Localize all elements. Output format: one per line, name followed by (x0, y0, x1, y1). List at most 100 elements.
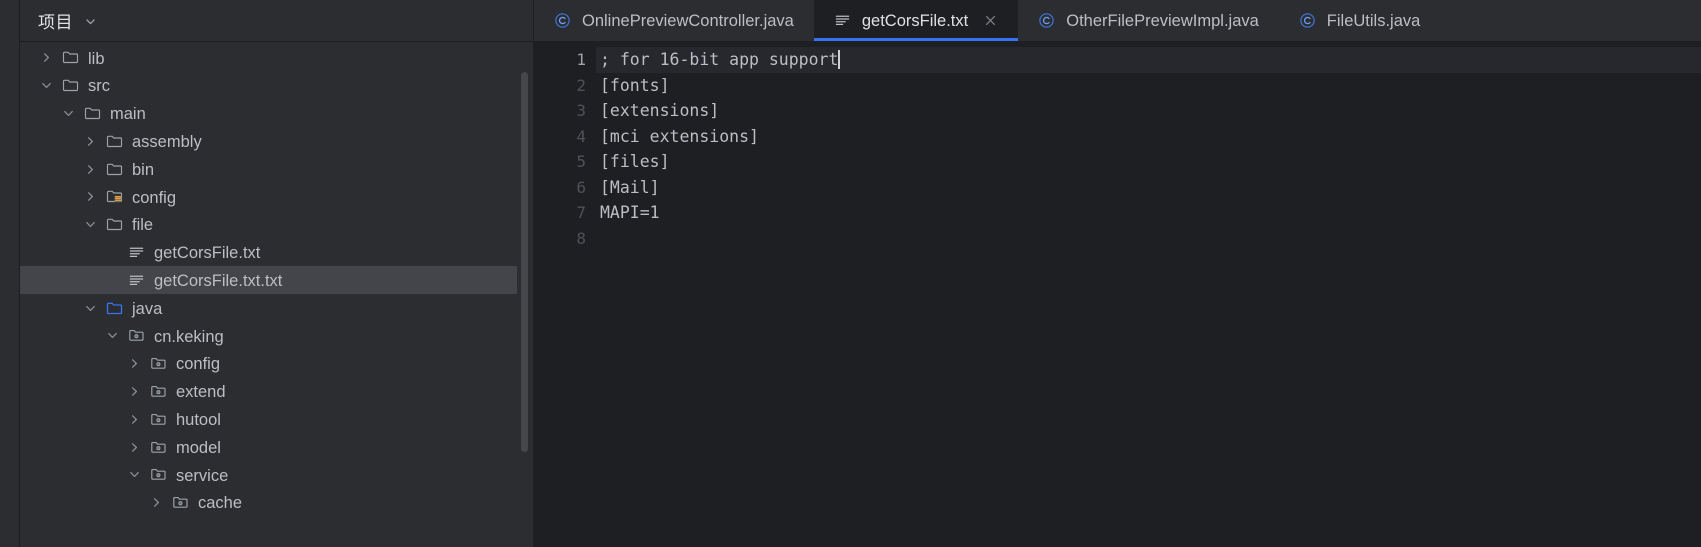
package-icon (150, 383, 167, 400)
editor-tab-onlinepreviewcontroller-java[interactable]: OnlinePreviewController.java (534, 0, 814, 41)
project-tree[interactable]: lib src main assembly bin config file ge… (20, 42, 533, 547)
project-panel-header[interactable]: 项目 (20, 0, 533, 42)
tree-node-label: lib (88, 49, 105, 68)
tree-node-cache[interactable]: cache (20, 489, 533, 517)
code-line[interactable]: [mci extensions] (596, 124, 1701, 150)
tree-node-hutool[interactable]: hutool (20, 405, 533, 433)
tree-node-model[interactable]: model (20, 433, 533, 461)
code-line-text: [files] (600, 152, 670, 171)
chevron-down-icon[interactable] (84, 15, 97, 28)
folder-icon (106, 161, 123, 178)
chevron-down-icon[interactable] (84, 302, 97, 315)
chevron-right-icon[interactable] (128, 357, 141, 370)
package-icon (172, 494, 189, 511)
tree-node-label: service (176, 466, 229, 485)
folder-icon (106, 216, 123, 233)
text-file-icon (128, 244, 145, 261)
code-line[interactable]: ; for 16-bit app support (596, 47, 1701, 73)
tree-node-file[interactable]: file (20, 211, 533, 239)
line-number-gutter: 1 2 3 4 5 6 7 8 (534, 41, 596, 547)
code-line[interactable] (596, 226, 1701, 252)
editor-tab-getcorsfile-txt[interactable]: getCorsFile.txt (813, 0, 1019, 41)
sidebar-scrollbar[interactable] (521, 72, 528, 452)
package-icon (150, 439, 167, 456)
tree-node-label: file (132, 216, 154, 235)
tree-node-config[interactable]: config (20, 183, 533, 211)
folder-icon (106, 133, 123, 150)
code-line[interactable]: [fonts] (596, 73, 1701, 99)
tree-node-label: src (88, 77, 110, 96)
tree-node-label: extend (176, 383, 226, 402)
editor-tabbar: OnlinePreviewController.java getCorsFile… (534, 0, 1701, 41)
editor-tab-fileutils-java[interactable]: FileUtils.java (1278, 0, 1441, 41)
editor-tab-label: OnlinePreviewController.java (582, 12, 794, 31)
tree-node-label: hutool (176, 411, 221, 429)
editor-tab-label: FileUtils.java (1326, 12, 1421, 31)
folder-icon (62, 49, 79, 66)
chevron-down-icon[interactable] (84, 218, 97, 231)
resources-folder-icon (106, 188, 123, 205)
tree-node-cn-keking[interactable]: cn.keking (20, 322, 533, 350)
package-icon (128, 327, 145, 344)
chevron-down-icon[interactable] (62, 107, 75, 120)
tree-node-extend[interactable]: extend (20, 378, 533, 406)
package-icon (150, 355, 167, 372)
tree-node-label: config (132, 188, 177, 207)
chevron-right-icon[interactable] (128, 441, 141, 454)
tree-node-label: main (110, 105, 146, 124)
chevron-right-icon[interactable] (128, 413, 141, 426)
chevron-down-icon[interactable] (128, 468, 141, 481)
chevron-right-icon[interactable] (40, 51, 53, 64)
code-content[interactable]: ; for 16-bit app support [fonts] [extensio… (596, 41, 1701, 547)
text-file-icon (834, 12, 851, 29)
tree-node-bin[interactable]: bin (20, 155, 533, 183)
tree-node-label: cn.keking (154, 327, 224, 346)
chevron-right-icon[interactable] (84, 190, 97, 203)
line-number: 8 (576, 228, 586, 248)
code-line[interactable]: [files] (596, 149, 1701, 175)
ide-window: 项目 lib src main assembly bin config file… (0, 0, 1701, 547)
java-class-icon (554, 12, 571, 29)
line-number: 5 (576, 152, 586, 171)
tree-node-service[interactable]: service (20, 461, 533, 489)
tree-node-src[interactable]: src (20, 72, 533, 100)
tree-node-label: cache (198, 494, 243, 513)
code-line-text: ; for 16-bit app support (600, 50, 839, 69)
java-class-icon (1299, 12, 1316, 29)
tool-window-stripe (0, 0, 20, 547)
tree-node-java[interactable]: java (20, 294, 533, 322)
tree-node-label: bin (132, 160, 155, 179)
tree-node-assembly[interactable]: assembly (20, 127, 533, 155)
text-file-icon (128, 272, 145, 289)
folder-icon (62, 77, 79, 94)
line-number: 2 (576, 75, 586, 95)
tree-node-main[interactable]: main (20, 100, 533, 128)
tree-node-getcorsfile-txt-txt[interactable]: getCorsFile.txt.txt (20, 266, 517, 295)
tree-node-label: java (132, 299, 163, 318)
java-class-icon (1038, 12, 1055, 29)
editor-area: OnlinePreviewController.java getCorsFile… (534, 0, 1701, 547)
chevron-right-icon[interactable] (84, 135, 97, 148)
close-icon[interactable] (983, 13, 998, 28)
editor-tab-label: OtherFilePreviewImpl.java (1066, 12, 1259, 31)
tree-node-label: config (176, 355, 221, 374)
tree-node-getcorsfile-txt[interactable]: getCorsFile.txt (20, 239, 533, 267)
chevron-down-icon[interactable] (106, 329, 119, 342)
editor-tab-otherfilepreviewimpl-java[interactable]: OtherFilePreviewImpl.java (1018, 0, 1279, 41)
code-editor[interactable]: 1 2 3 4 5 6 7 8 ; for 16-bit app support [fonts]… (534, 41, 1701, 547)
line-number: 1 (576, 50, 586, 69)
code-line-text: [extensions] (600, 101, 720, 120)
code-line[interactable]: [Mail] (596, 175, 1701, 201)
text-caret (838, 50, 841, 69)
chevron-down-icon[interactable] (40, 79, 53, 92)
tree-node-config[interactable]: config (20, 350, 533, 378)
code-line[interactable]: [extensions] (596, 98, 1701, 124)
tree-node-lib[interactable]: lib (20, 44, 533, 72)
page-title: 项目 (38, 13, 73, 32)
chevron-right-icon[interactable] (150, 496, 163, 509)
line-number: 7 (576, 203, 586, 222)
chevron-right-icon[interactable] (128, 385, 141, 398)
code-line-text: [Mail] (600, 177, 660, 197)
chevron-right-icon[interactable] (84, 163, 97, 176)
code-line[interactable]: MAPI=1 (596, 200, 1701, 226)
